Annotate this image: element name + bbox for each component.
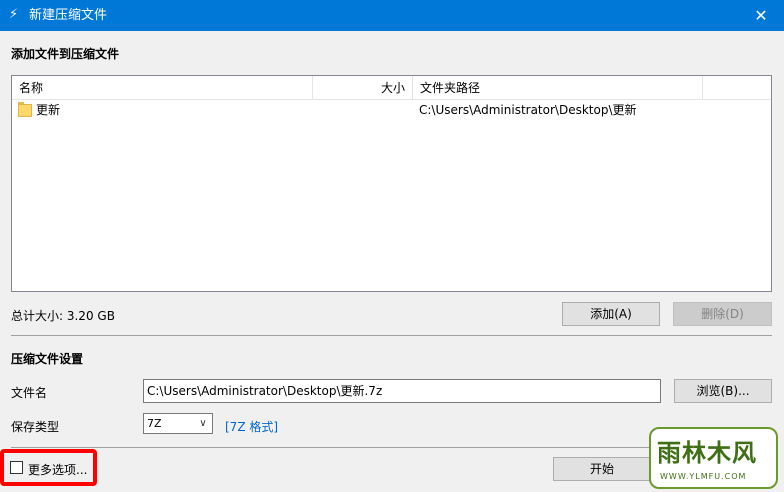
watermark-text: 雨林木风	[657, 438, 757, 467]
file-list[interactable]: 名称 大小 文件夹路径 更新 C:\Users\Administrator\De…	[11, 75, 772, 292]
settings-heading: 压缩文件设置	[11, 352, 84, 366]
save-type-label: 保存类型	[11, 420, 60, 434]
title-bar: ⚡ 新建压缩文件 ✕	[0, 0, 784, 31]
browse-button[interactable]: 浏览(B)...	[674, 379, 772, 403]
total-size-label: 总计大小: 3.20 GB	[11, 309, 115, 323]
watermark-url: WWW.YLMFU.COM	[660, 472, 747, 481]
more-options-checkbox[interactable]	[10, 461, 23, 474]
file-size	[314, 100, 406, 120]
add-button[interactable]: 添加(A)	[562, 302, 660, 326]
column-header-size[interactable]: 大小	[313, 76, 413, 100]
folder-icon	[18, 102, 32, 117]
close-button[interactable]: ✕	[738, 0, 784, 31]
delete-button[interactable]: 删除(D)	[673, 302, 772, 326]
add-files-heading: 添加文件到压缩文件	[11, 47, 120, 61]
file-path: C:\Users\Administrator\Desktop\更新	[419, 103, 637, 117]
column-header-path[interactable]: 文件夹路径	[413, 76, 703, 100]
save-type-value: 7Z	[147, 417, 162, 430]
filename-input[interactable]: C:\Users\Administrator\Desktop\更新.7z	[143, 379, 661, 403]
window-title: 新建压缩文件	[29, 8, 108, 23]
save-type-select[interactable]: 7Z ∨	[143, 413, 213, 434]
column-header-name[interactable]: 名称	[12, 76, 313, 100]
app-icon: ⚡	[9, 7, 19, 22]
filename-label: 文件名	[11, 386, 48, 400]
watermark-logo: 雨林木风 WWW.YLMFU.COM	[649, 427, 778, 489]
chevron-down-icon: ∨	[199, 418, 207, 429]
section-divider	[11, 335, 772, 336]
more-options-label[interactable]: 更多选项...	[28, 461, 87, 478]
file-list-row[interactable]: 更新 C:\Users\Administrator\Desktop\更新	[12, 100, 771, 120]
column-header-extra[interactable]	[703, 76, 771, 100]
format-settings-link[interactable]: [7Z 格式]	[225, 418, 278, 435]
file-name: 更新	[36, 103, 61, 117]
file-list-header: 名称 大小 文件夹路径	[12, 76, 771, 100]
start-button[interactable]: 开始	[553, 457, 651, 481]
